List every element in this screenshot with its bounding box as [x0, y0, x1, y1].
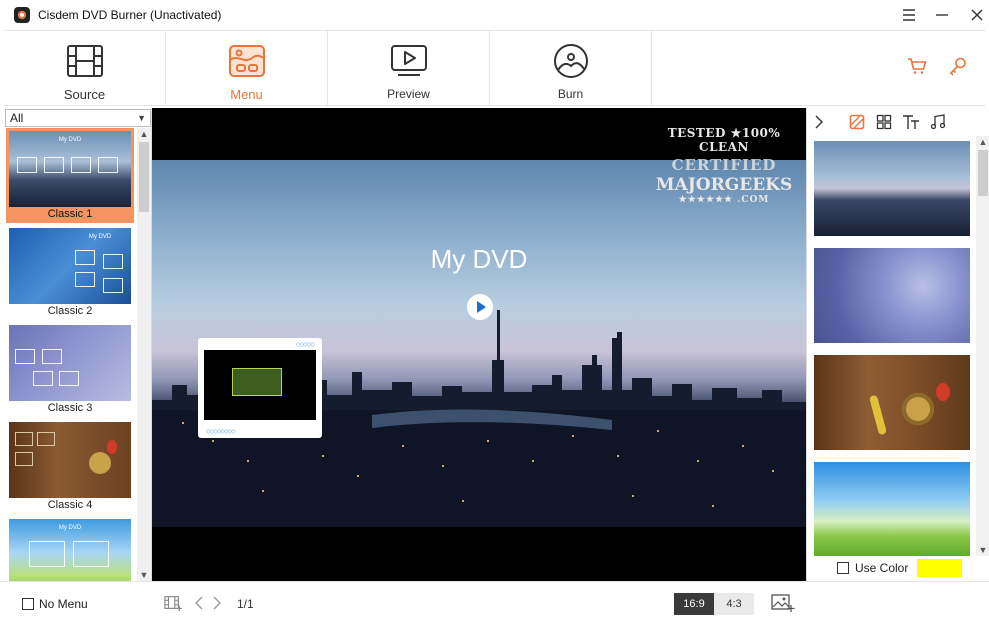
dvd-menu-title[interactable]: My DVD	[152, 244, 806, 275]
film-icon	[65, 41, 105, 81]
use-color-checkbox[interactable]: Use Color	[837, 561, 908, 575]
scrollbar-thumb[interactable]	[139, 142, 149, 212]
template-classic-1[interactable]: My DVD Classic 1	[6, 128, 134, 223]
watermark-line4: ★★★★★★ .COM	[678, 195, 770, 205]
tab-burn[interactable]: Burn	[490, 31, 652, 106]
background-scrollbar[interactable]: ▲ ▼	[976, 136, 989, 556]
window-title: Cisdem DVD Burner (Unactivated)	[38, 8, 222, 22]
cart-icon[interactable]	[907, 57, 927, 80]
main-toolbar: Source Menu Preview Burn	[4, 30, 985, 106]
minimize-icon[interactable]	[932, 5, 952, 25]
chevron-down-icon: ▼	[137, 113, 146, 123]
chapter-dots-decoration: ◇◇◇◇◇	[295, 342, 315, 348]
app-logo-icon	[14, 7, 30, 23]
thumb-title: My DVD	[58, 525, 82, 531]
title-bar: Cisdem DVD Burner (Unactivated)	[0, 0, 989, 30]
no-menu-label: No Menu	[39, 597, 88, 611]
chevron-left-icon[interactable]	[190, 594, 208, 612]
checkbox-icon[interactable]	[22, 598, 34, 610]
thumb-title: My DVD	[58, 137, 82, 143]
music-icon[interactable]	[928, 112, 948, 132]
scroll-up-icon[interactable]: ▲	[976, 136, 989, 148]
customize-panel: ▲ ▼ Use Color	[806, 108, 989, 581]
close-icon[interactable]	[967, 5, 987, 25]
add-chapter-icon[interactable]	[164, 594, 182, 612]
aspect-ratio-4-3[interactable]: 4:3	[714, 593, 754, 615]
template-thumbnail: My DVD	[9, 228, 131, 304]
background-item[interactable]	[814, 248, 970, 343]
watermark-line3: MAJORGEEKS	[655, 175, 793, 195]
template-name: Classic 4	[47, 499, 93, 511]
scroll-up-icon[interactable]: ▲	[137, 128, 151, 140]
customize-tabs	[807, 108, 989, 136]
use-color-label: Use Color	[855, 561, 909, 575]
template-panel: All ▼ My DVD Classic 1 My DVD Classic 2	[4, 108, 152, 581]
template-thumbnail: My DVD	[9, 131, 131, 207]
layout-icon[interactable]	[874, 112, 894, 132]
template-name: Classic 2	[47, 305, 93, 317]
majorgeeks-watermark: TESTED ★100% CLEAN CERTIFIED MAJORGEEKS …	[654, 126, 794, 205]
template-filter-select[interactable]: All ▼	[5, 109, 151, 127]
tab-burn-label: Burn	[557, 87, 584, 101]
collapse-panel-icon[interactable]	[809, 112, 829, 132]
template-thumbnail	[9, 422, 131, 498]
template-classic-2[interactable]: My DVD Classic 2	[6, 225, 134, 320]
hamburger-menu-icon[interactable]	[899, 5, 919, 25]
template-list: My DVD Classic 1 My DVD Classic 2 Classi…	[4, 128, 137, 581]
play-button[interactable]	[467, 294, 493, 320]
thumb-title: My DVD	[88, 234, 112, 240]
key-icon[interactable]	[949, 57, 967, 80]
template-name: Classic 3	[47, 402, 93, 414]
background-list	[807, 136, 975, 556]
preview-background-image: My DVD ◇◇◇◇◇ ◇◇◇◇◇◇◇◇	[152, 160, 806, 527]
no-menu-checkbox[interactable]: No Menu	[22, 597, 88, 611]
tab-menu-label: Menu	[230, 87, 263, 102]
chevron-right-icon[interactable]	[208, 594, 226, 612]
background-item[interactable]	[814, 462, 970, 556]
template-filter-value: All	[10, 111, 24, 125]
disc-icon	[551, 41, 591, 81]
template-classic-5[interactable]: My DVD	[6, 516, 134, 581]
template-classic-4[interactable]: Classic 4	[6, 419, 134, 514]
scroll-down-icon[interactable]: ▼	[976, 544, 989, 556]
scroll-down-icon[interactable]: ▼	[137, 569, 151, 581]
tab-source[interactable]: Source	[4, 31, 166, 106]
background-icon[interactable]	[847, 112, 867, 132]
aspect-ratio-16-9[interactable]: 16:9	[674, 593, 714, 615]
background-item[interactable]	[814, 141, 970, 236]
bottom-bar: No Menu 1/1 16:9 4:3	[0, 581, 989, 623]
template-name: Classic 1	[47, 208, 93, 220]
watermark-line1: TESTED ★100% CLEAN	[667, 126, 781, 154]
scrollbar-thumb[interactable]	[978, 150, 988, 196]
tab-menu[interactable]: Menu	[166, 31, 328, 106]
background-item[interactable]	[814, 355, 970, 450]
majorgeeks-badge-icon	[232, 368, 282, 396]
play-screen-icon	[389, 41, 429, 81]
menu-preview: My DVD ◇◇◇◇◇ ◇◇◇◇◇◇◇◇ TESTED ★100% CLEAN…	[152, 108, 806, 581]
template-scrollbar[interactable]: ▲ ▼	[137, 128, 151, 581]
page-indicator: 1/1	[237, 597, 254, 611]
toolbar-right-actions	[907, 57, 967, 80]
menu-template-icon	[227, 41, 267, 81]
checkbox-icon[interactable]	[837, 562, 849, 574]
tab-preview[interactable]: Preview	[328, 31, 490, 106]
watermark-line2: CERTIFIED	[671, 156, 777, 174]
template-thumbnail	[9, 325, 131, 401]
color-swatch[interactable]	[917, 559, 962, 577]
tab-preview-label: Preview	[387, 87, 430, 101]
template-classic-3[interactable]: Classic 3	[6, 322, 134, 417]
chapter-dots-decoration: ◇◇◇◇◇◇◇◇	[206, 429, 236, 435]
chapter-thumbnail[interactable]: ◇◇◇◇◇ ◇◇◇◇◇◇◇◇	[198, 338, 322, 438]
chapter-frame	[204, 350, 316, 420]
tab-source-label: Source	[63, 87, 106, 102]
template-thumbnail: My DVD	[9, 519, 131, 581]
add-image-icon[interactable]	[771, 594, 795, 612]
text-icon[interactable]	[901, 112, 921, 132]
